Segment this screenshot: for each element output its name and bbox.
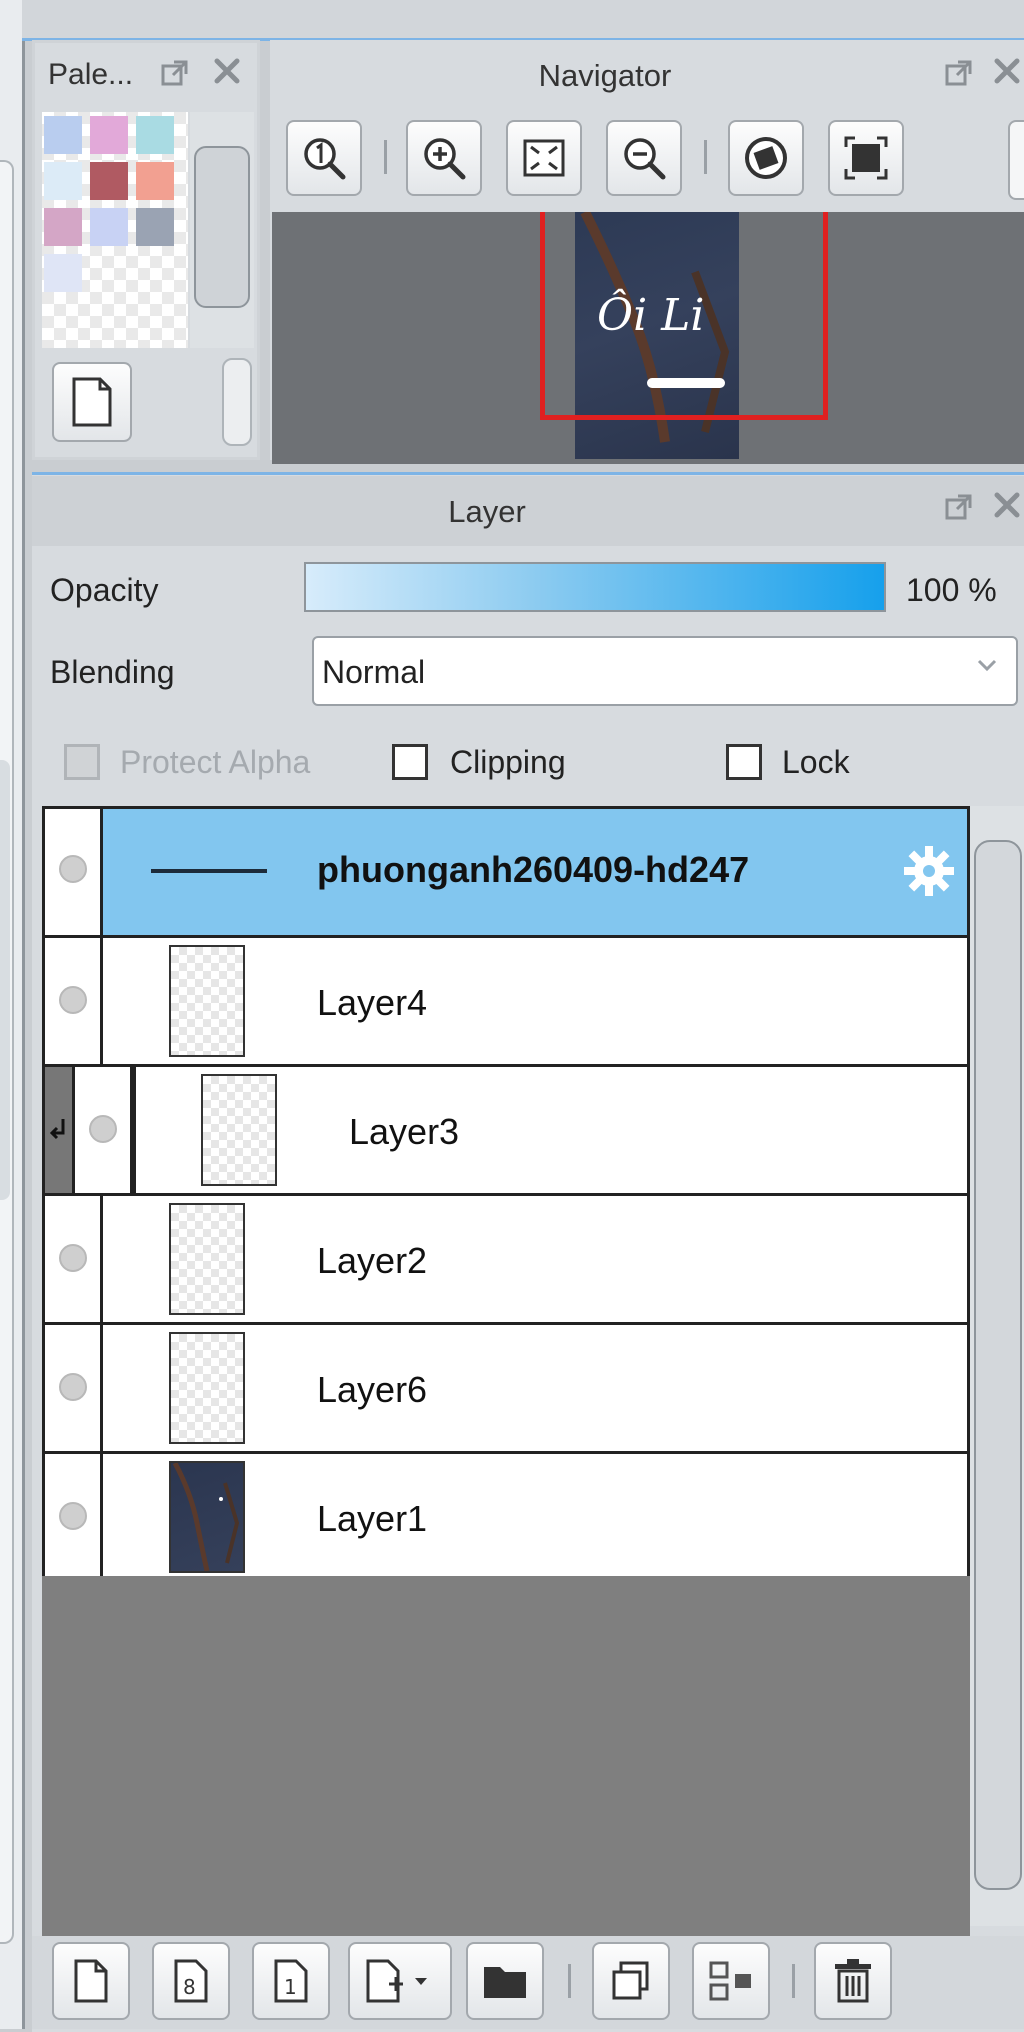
eye-icon[interactable] <box>59 855 87 883</box>
navigator-viewport-frame[interactable] <box>540 212 828 420</box>
indent-divider <box>133 1067 136 1193</box>
layer-list: phuonganh260409-hd247 Layer4 Layer3 Laye… <box>42 806 970 1580</box>
palette-swatch[interactable] <box>90 162 128 200</box>
layer-title: Layer <box>448 494 526 529</box>
layer-name: Layer6 <box>317 1369 428 1410</box>
toolbar-separator <box>568 1964 571 1998</box>
lock-checkbox[interactable] <box>726 744 762 780</box>
blending-select[interactable]: Normal <box>312 636 1018 706</box>
fit-icon[interactable] <box>506 120 582 196</box>
clipping-label: Clipping <box>450 744 566 780</box>
palette-swatch[interactable] <box>44 162 82 200</box>
svg-text:1: 1 <box>284 1975 297 1999</box>
palette-title: Pale... <box>48 58 134 91</box>
eye-icon[interactable] <box>59 1502 87 1530</box>
layer-thumbnail <box>201 1074 277 1186</box>
layer-row[interactable]: Layer1 <box>45 1454 967 1580</box>
add-layer-menu-icon[interactable] <box>348 1942 452 2020</box>
settings-gear-icon[interactable] <box>901 843 957 904</box>
palette-swatch-grid[interactable] <box>42 112 188 348</box>
layer-row[interactable]: Layer6 <box>45 1325 967 1454</box>
protect-alpha-label: Protect Alpha <box>120 744 311 780</box>
visibility-column <box>45 809 103 935</box>
clipping-checkbox[interactable] <box>392 744 428 780</box>
palette-slider[interactable] <box>222 358 252 446</box>
layer-row[interactable]: Layer3 <box>45 1067 967 1196</box>
toolbar-separator <box>704 140 707 174</box>
zoom-actual-icon[interactable] <box>286 120 362 196</box>
layer-name: Layer3 <box>349 1111 460 1152</box>
layer-float-icon[interactable] <box>942 490 976 524</box>
visibility-column <box>45 1196 103 1322</box>
folder-line-icon <box>151 869 267 873</box>
navigator-title: Navigator <box>538 58 672 93</box>
rotate-icon[interactable] <box>728 120 804 196</box>
opacity-label: Opacity <box>50 572 159 608</box>
toolbar-separator <box>792 1964 795 1998</box>
new-1bit-layer-icon[interactable]: 1 <box>252 1942 330 2020</box>
palette-swatch[interactable] <box>44 116 82 154</box>
palette-scroll-thumb[interactable] <box>194 146 250 308</box>
top-strip <box>22 0 1024 41</box>
opacity-slider[interactable] <box>304 562 886 612</box>
float-icon[interactable] <box>158 56 192 90</box>
layer-name: Layer1 <box>317 1498 428 1539</box>
folder-icon[interactable] <box>466 1942 544 2020</box>
eye-icon[interactable] <box>59 986 87 1014</box>
clipping-indicator <box>45 1067 75 1193</box>
opacity-value: 100 % <box>906 572 997 608</box>
merge-down-icon[interactable] <box>692 1942 770 2020</box>
fullscreen-icon[interactable] <box>828 120 904 196</box>
chevron-down-icon <box>976 658 998 677</box>
toolbar-separator <box>384 140 387 174</box>
lock-label: Lock <box>782 744 850 780</box>
layer-row[interactable]: Layer4 <box>45 938 967 1067</box>
blending-value: Normal <box>322 654 426 690</box>
navigator-extra-button[interactable] <box>1008 120 1024 200</box>
visibility-column <box>45 938 103 1064</box>
navigator-float-icon[interactable] <box>942 56 976 90</box>
palette-swatch[interactable] <box>136 116 174 154</box>
palette-swatch[interactable] <box>90 208 128 246</box>
palette-swatch[interactable] <box>90 116 128 154</box>
left-edge-panel <box>0 0 25 2029</box>
zoom-out-icon[interactable] <box>606 120 682 196</box>
layer-close-icon[interactable] <box>990 488 1024 522</box>
layer-thumbnail <box>169 1203 245 1315</box>
palette-swatch[interactable] <box>44 254 82 292</box>
layer-thumbnail <box>169 1461 245 1573</box>
delete-icon[interactable] <box>814 1942 892 2020</box>
palette-swatch[interactable] <box>136 162 174 200</box>
navigator-close-icon[interactable] <box>990 54 1024 88</box>
close-icon[interactable] <box>210 54 244 88</box>
new-layer-icon[interactable] <box>52 1942 130 2020</box>
layer-row[interactable]: phuonganh260409-hd247 <box>45 809 967 938</box>
blending-label: Blending <box>50 654 175 690</box>
layer-list-scroll-thumb[interactable] <box>974 840 1022 1890</box>
visibility-column <box>45 1454 103 1580</box>
eye-icon[interactable] <box>59 1373 87 1401</box>
layer-row[interactable]: Layer2 <box>45 1196 967 1325</box>
layer-name: Layer2 <box>317 1240 428 1281</box>
layer-name: Layer4 <box>317 982 428 1023</box>
visibility-column <box>75 1067 133 1193</box>
eye-icon[interactable] <box>59 1244 87 1272</box>
new-page-icon[interactable] <box>52 362 132 442</box>
svg-text:8: 8 <box>183 1975 196 1999</box>
side-tab-inner <box>0 760 10 1200</box>
layer-list-empty-area[interactable] <box>42 1576 970 1936</box>
protect-alpha-checkbox[interactable] <box>64 744 100 780</box>
palette-swatch[interactable] <box>136 208 174 246</box>
layer-name: phuonganh260409-hd247 <box>317 849 750 890</box>
zoom-in-icon[interactable] <box>406 120 482 196</box>
new-8bit-layer-icon[interactable]: 8 <box>152 1942 230 2020</box>
layer-thumbnail <box>169 945 245 1057</box>
palette-swatch[interactable] <box>44 208 82 246</box>
visibility-column <box>45 1325 103 1451</box>
layer-thumbnail <box>169 1332 245 1444</box>
eye-icon[interactable] <box>89 1115 117 1143</box>
duplicate-icon[interactable] <box>592 1942 670 2020</box>
